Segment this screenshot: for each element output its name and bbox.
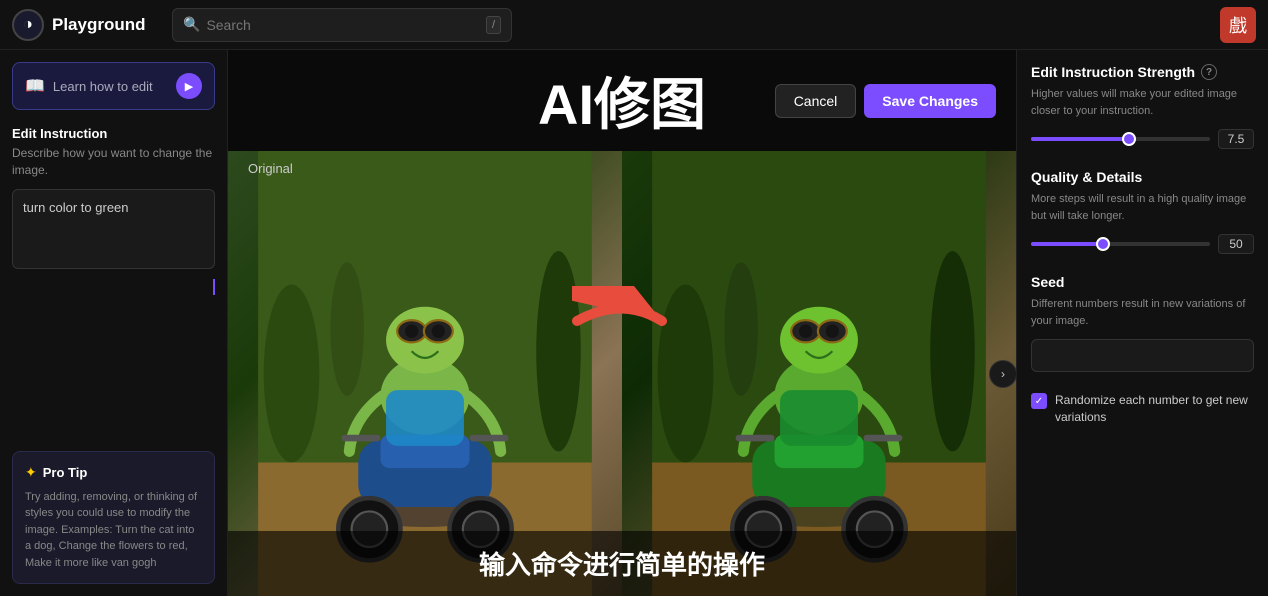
action-buttons: Cancel Save Changes bbox=[775, 84, 996, 118]
strength-slider-fill bbox=[1031, 137, 1129, 141]
strength-title: Edit Instruction Strength ? bbox=[1031, 64, 1254, 80]
center-panel: AI修图 Cancel Save Changes Original bbox=[228, 50, 1016, 596]
main-layout: 📖 Learn how to edit ▶ Edit Instruction D… bbox=[0, 50, 1268, 596]
tip-icon: ✦ bbox=[25, 464, 37, 481]
logo-area: ◑ Playground bbox=[12, 9, 172, 41]
strength-desc: Higher values will make your edited imag… bbox=[1031, 86, 1254, 119]
seed-desc: Different numbers result in new variatio… bbox=[1031, 296, 1254, 329]
pro-tip-text: Try adding, removing, or thinking of sty… bbox=[25, 489, 202, 572]
image-section: Original bbox=[228, 151, 1016, 596]
learn-how-to-edit-button[interactable]: 📖 Learn how to edit ▶ bbox=[12, 62, 215, 110]
play-icon: ▶ bbox=[176, 73, 202, 99]
quality-slider-thumb bbox=[1096, 237, 1110, 251]
quality-title: Quality & Details bbox=[1031, 169, 1254, 185]
edit-instruction-desc: Describe how you want to change the imag… bbox=[12, 145, 215, 179]
pro-tip-title: Pro Tip bbox=[43, 465, 88, 480]
logo-icon: ◑ bbox=[12, 9, 44, 41]
strength-slider-track[interactable] bbox=[1031, 137, 1210, 141]
search-icon: 🔍 bbox=[183, 16, 200, 33]
quality-desc: More steps will result in a high quality… bbox=[1031, 191, 1254, 224]
image-container: 输入命令进行简单的操作 › bbox=[228, 151, 1016, 596]
arrow-overlay bbox=[572, 283, 672, 375]
search-bar[interactable]: 🔍 / bbox=[172, 8, 512, 42]
strength-slider-row: 7.5 bbox=[1031, 129, 1254, 149]
quality-slider-track[interactable] bbox=[1031, 242, 1210, 246]
randomize-row[interactable]: ✓ Randomize each number to get new varia… bbox=[1031, 392, 1254, 426]
seed-input[interactable] bbox=[1031, 339, 1254, 372]
quality-slider-fill bbox=[1031, 242, 1103, 246]
pro-tip-header: ✦ Pro Tip bbox=[25, 464, 202, 481]
subtitle-overlay: 输入命令进行简单的操作 bbox=[228, 531, 1016, 596]
save-changes-button[interactable]: Save Changes bbox=[864, 84, 996, 118]
cancel-button[interactable]: Cancel bbox=[775, 84, 857, 118]
quality-slider-row: 50 bbox=[1031, 234, 1254, 254]
edit-instruction-title: Edit Instruction bbox=[12, 126, 215, 141]
image-after bbox=[622, 151, 1016, 596]
quality-section: Quality & Details More steps will result… bbox=[1031, 169, 1254, 254]
original-label: Original bbox=[248, 161, 293, 176]
cursor-indicator bbox=[213, 279, 215, 295]
pro-tip-box: ✦ Pro Tip Try adding, removing, or think… bbox=[12, 451, 215, 585]
image-before bbox=[228, 151, 622, 596]
strength-section: Edit Instruction Strength ? Higher value… bbox=[1031, 64, 1254, 149]
avatar[interactable]: 戲 bbox=[1220, 7, 1256, 43]
textarea-footer bbox=[12, 275, 215, 295]
learn-label: Learn how to edit bbox=[53, 79, 153, 94]
center-header: AI修图 Cancel Save Changes bbox=[228, 50, 1016, 151]
right-panel: Edit Instruction Strength ? Higher value… bbox=[1016, 50, 1268, 596]
strength-help-icon[interactable]: ? bbox=[1201, 64, 1217, 80]
subtitle-text: 输入命令进行简单的操作 bbox=[479, 550, 765, 580]
chevron-right-button[interactable]: › bbox=[989, 360, 1016, 388]
book-icon: 📖 bbox=[25, 76, 45, 96]
randomize-checkbox[interactable]: ✓ bbox=[1031, 393, 1047, 409]
instruction-textarea[interactable]: turn color to green bbox=[12, 189, 215, 269]
topnav: ◑ Playground 🔍 / 戲 bbox=[0, 0, 1268, 50]
split-image bbox=[228, 151, 1016, 596]
search-shortcut: / bbox=[486, 16, 501, 34]
logo-text: Playground bbox=[52, 15, 146, 35]
strength-value: 7.5 bbox=[1218, 129, 1254, 149]
strength-slider-thumb bbox=[1122, 132, 1136, 146]
randomize-label: Randomize each number to get new variati… bbox=[1055, 392, 1254, 426]
seed-section: Seed Different numbers result in new var… bbox=[1031, 274, 1254, 372]
seed-title: Seed bbox=[1031, 274, 1254, 290]
center-title: AI修图 bbox=[538, 60, 706, 141]
search-input[interactable] bbox=[206, 17, 480, 33]
left-panel: 📖 Learn how to edit ▶ Edit Instruction D… bbox=[0, 50, 228, 596]
quality-value: 50 bbox=[1218, 234, 1254, 254]
